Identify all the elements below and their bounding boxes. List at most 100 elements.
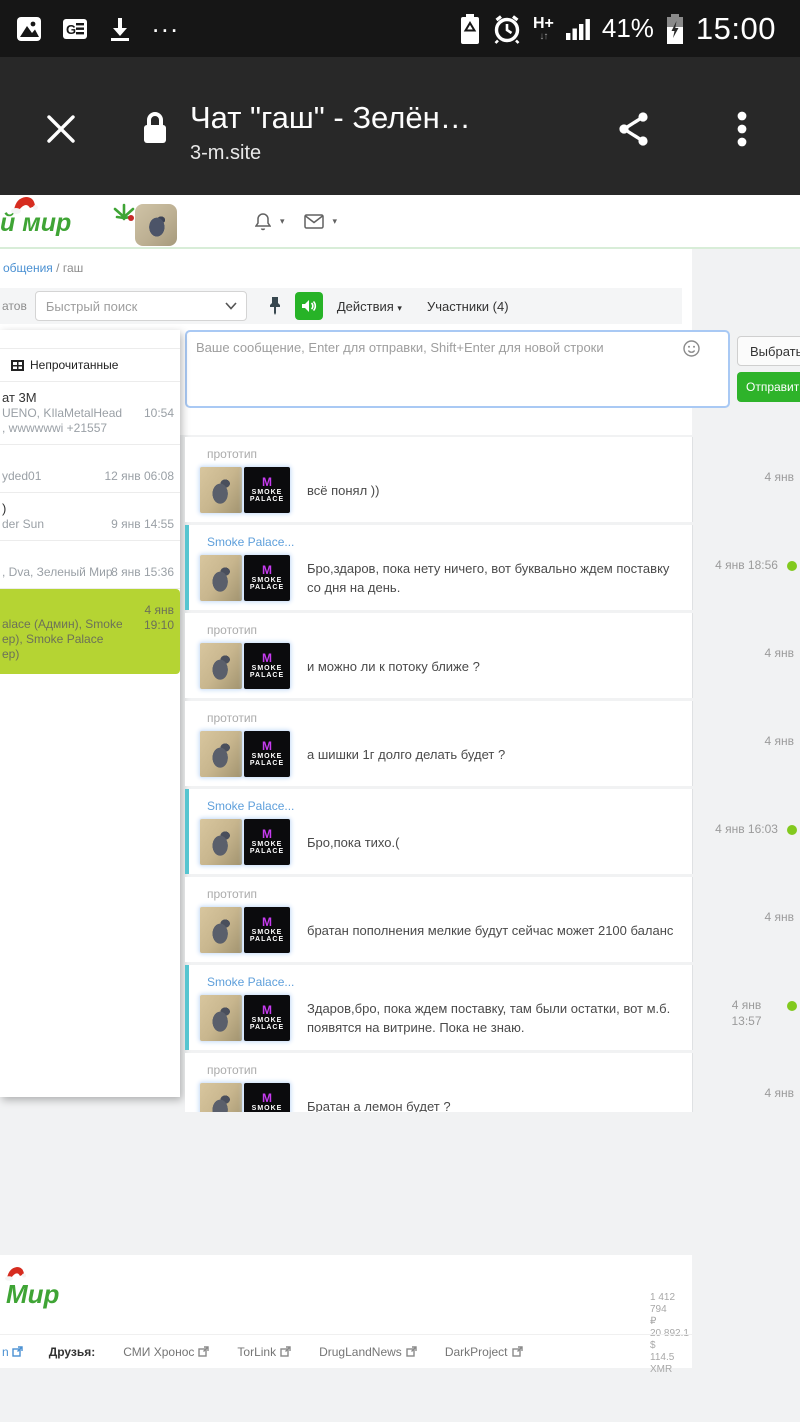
quick-search-select[interactable]: Быстрый поиск <box>35 291 247 321</box>
envelope-caret-icon[interactable]: ▾ <box>333 216 338 227</box>
choose-file-button[interactable]: Выбрать файл <box>737 336 800 366</box>
battery-percent: 41% <box>602 13 654 44</box>
message-timestamp: 4 янв 16:03 <box>715 821 778 837</box>
partner-link[interactable]: n <box>2 1345 23 1359</box>
weed-leaf-icon <box>112 201 136 223</box>
author-avatar[interactable] <box>199 554 243 602</box>
chat-list-item[interactable]: ) der Sun 9 янв 14:55 <box>0 493 180 541</box>
shop-avatar[interactable]: M SMOKE PALACE <box>243 554 291 602</box>
message-row: Smoke Palace... M SMOKE PALACE Бро,здаро… <box>185 525 800 610</box>
friend-link[interactable]: DrugLandNews <box>319 1345 417 1359</box>
user-avatar[interactable] <box>135 204 177 246</box>
unread-filter[interactable]: Непрочитанные <box>0 348 180 382</box>
site-footer: Мир 1 412 794₽20 892.1 $114.5 XMR n Друз… <box>0 1255 692 1368</box>
friend-link[interactable]: СМИ Хронос <box>123 1345 209 1359</box>
message-row: прототип M SMOKE PALACE и можно ли к пот… <box>185 613 800 698</box>
message-time-cell: 4 янв <box>692 613 800 698</box>
phone-screen: G ... H+↓↑ 41% 15:00 <box>0 0 800 1422</box>
share-icon[interactable] <box>614 109 654 149</box>
svg-text:G: G <box>66 22 76 37</box>
message-row: прототип M SMOKE PALACE всё понял )) <box>185 437 800 522</box>
pin-icon[interactable] <box>268 296 282 316</box>
chat-list-item[interactable]: , Dva, Зеленый Мир 8 янв 15:36 <box>0 541 180 589</box>
author-avatar[interactable] <box>199 818 243 866</box>
clock: 15:00 <box>696 11 776 47</box>
shop-avatar[interactable]: M SMOKE PALACE <box>243 730 291 778</box>
more-notifications-icon: ... <box>152 8 180 39</box>
status-bar: G ... H+↓↑ 41% 15:00 <box>0 0 800 57</box>
message-list: прототип M SMOKE PALACE всё понял )) <box>185 437 800 1112</box>
santa-hat-icon <box>10 194 38 214</box>
notifications-bell-icon[interactable] <box>255 212 271 231</box>
unread-grid-icon <box>11 360 24 371</box>
chat-toolbar: атов Быстрый поиск Действия ▾ Участники … <box>0 288 682 324</box>
chat-list-item[interactable]: alace (Админ), Smoke Palaceер), Smoke Pa… <box>0 589 180 674</box>
chat-title: ат 3М <box>2 390 122 406</box>
message-author[interactable]: Smoke Palace... <box>207 975 682 989</box>
signal-strength-icon <box>565 16 591 42</box>
message-author[interactable]: прототип <box>207 711 682 725</box>
message-time-cell: 4 янв 16:03 <box>692 789 800 874</box>
emoji-icon[interactable] <box>683 340 700 357</box>
message-timestamp: 4 янв13:57 <box>731 997 761 1029</box>
message-timestamp: 4 янв <box>764 469 794 485</box>
close-icon[interactable] <box>44 112 78 146</box>
sound-toggle-button[interactable] <box>295 292 323 320</box>
overflow-menu-icon[interactable] <box>734 109 750 149</box>
shop-avatar[interactable]: M SMOKE PALACE <box>243 642 291 690</box>
unread-filter-label: Непрочитанные <box>30 358 118 372</box>
message-text: братан пополнения мелкие будут сейчас мо… <box>307 921 673 940</box>
chat-participants: , Dva, Зеленый Мир <box>2 565 122 580</box>
shop-avatar[interactable]: M SMOKE PALACE <box>243 906 291 954</box>
author-avatar[interactable] <box>199 466 243 514</box>
message-row: прототип M SMOKE PALACE братан пополнени… <box>185 877 800 962</box>
message-text: и можно ли к потоку ближе ? <box>307 657 480 676</box>
chat-participants: alace (Админ), Smoke Palaceер), Smoke Pa… <box>2 617 122 662</box>
message-time-cell: 4 янв13:57 <box>692 965 800 1050</box>
author-avatar[interactable] <box>199 906 243 954</box>
message-author[interactable]: прототип <box>207 623 682 637</box>
actions-dropdown[interactable]: Действия ▾ <box>337 299 402 314</box>
lock-icon <box>140 109 170 147</box>
message-text: всё понял )) <box>307 481 379 500</box>
message-text: Здаров,бро, пока ждем поставку, там были… <box>307 999 682 1037</box>
external-link-icon <box>280 1346 291 1357</box>
chat-list-item[interactable]: ат 3М UENO, KIlaMetalHead,, wwwwwwi +215… <box>0 382 180 445</box>
shop-avatar[interactable]: M SMOKE PALACE <box>243 818 291 866</box>
breadcrumb-parent-link[interactable]: общения <box>3 261 53 275</box>
members-button[interactable]: Участники (4) <box>427 299 509 314</box>
footer-logo[interactable]: Мир <box>6 1279 59 1310</box>
page-title: Чат "гаш" - Зелён… <box>190 100 471 136</box>
chat-list-item[interactable]: yded01 12 янв 06:08 <box>0 445 180 493</box>
external-link-icon <box>406 1346 417 1357</box>
author-avatar[interactable] <box>199 1082 243 1112</box>
messages-envelope-icon[interactable] <box>304 214 324 229</box>
network-type-indicator: H+↓↑ <box>533 16 554 42</box>
message-timestamp: 4 янв <box>764 733 794 749</box>
chat-title <box>2 549 122 565</box>
friend-link[interactable]: DarkProject <box>445 1345 523 1359</box>
bell-caret-icon[interactable]: ▾ <box>280 216 285 227</box>
message-author[interactable]: прототип <box>207 887 682 901</box>
author-avatar[interactable] <box>199 994 243 1042</box>
message-author[interactable]: Smoke Palace... <box>207 535 682 549</box>
message-input[interactable]: Ваше сообщение, Enter для отправки, Shif… <box>185 330 730 408</box>
author-avatar[interactable] <box>199 730 243 778</box>
shop-avatar[interactable]: M SMOKE PALACE <box>243 1082 291 1112</box>
page-content: общения / гаш атов Быстрый поиск Действи… <box>0 249 800 1422</box>
message-row: Smoke Palace... M SMOKE PALACE Бро,пока … <box>185 789 800 874</box>
message-author[interactable]: Smoke Palace... <box>207 799 682 813</box>
gallery-notification-icon <box>16 16 42 42</box>
send-button[interactable]: Отправить <box>737 372 800 402</box>
friends-label: Друзья: <box>49 1345 96 1359</box>
shop-avatar[interactable]: M SMOKE PALACE <box>243 466 291 514</box>
author-avatar[interactable] <box>199 642 243 690</box>
message-timestamp: 4 янв <box>764 645 794 661</box>
message-author[interactable]: прототип <box>207 1063 682 1077</box>
message-author[interactable]: прототип <box>207 447 682 461</box>
shop-avatar[interactable]: M SMOKE PALACE <box>243 994 291 1042</box>
message-timestamp: 4 янв 18:56 <box>715 557 778 573</box>
page-url: 3-m.site <box>190 142 261 165</box>
battery-charging-icon <box>665 13 685 45</box>
friend-link[interactable]: TorLink <box>237 1345 291 1359</box>
